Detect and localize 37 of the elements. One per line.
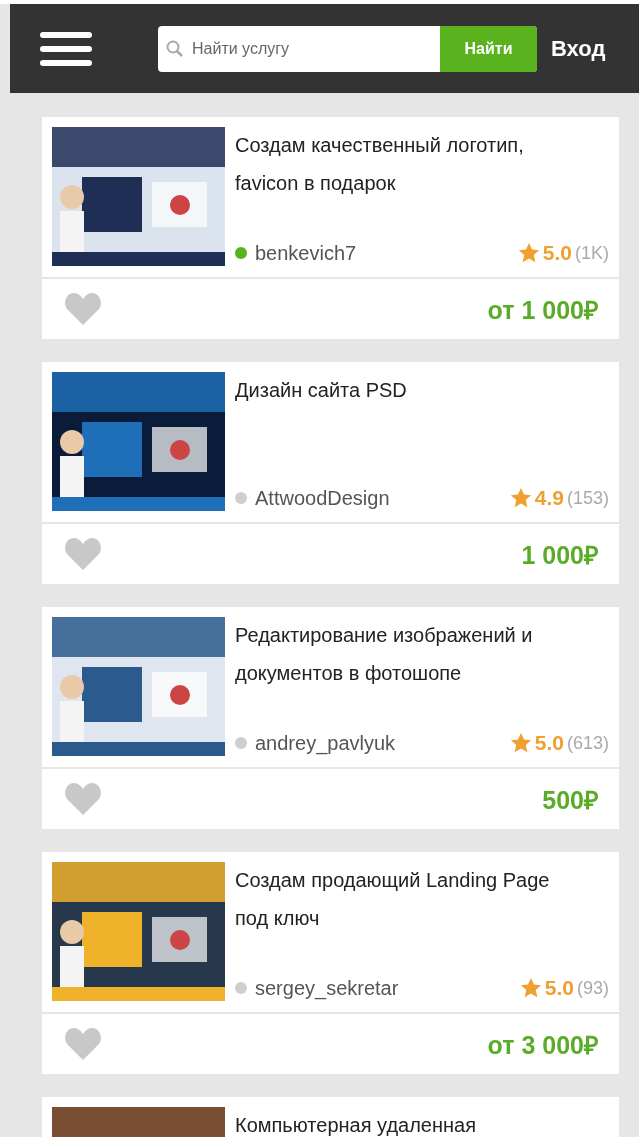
seller-name[interactable]: AttwoodDesign: [255, 486, 390, 510]
heart-icon[interactable]: [64, 292, 102, 326]
price: 1 000₽: [521, 540, 599, 571]
service-title[interactable]: Создам качественный логотип, favicon в подарок: [235, 126, 609, 202]
price: от 1 000₽: [487, 295, 599, 326]
heart-icon[interactable]: [64, 782, 102, 816]
service-title[interactable]: Создам продающий Landing Page под ключ: [235, 861, 609, 937]
heart-icon[interactable]: [64, 1027, 102, 1061]
price: 500₽: [542, 785, 599, 816]
service-card[interactable]: Создам качественный логотип, favicon в подарок benkevich7 5.0(1K) от 1 000₽: [42, 117, 619, 339]
star-icon: [509, 487, 532, 509]
star-icon: [517, 242, 540, 264]
rating-score: 4.9: [534, 486, 564, 510]
review-count: (93): [577, 977, 609, 999]
service-card[interactable]: Компьютерная удаленная: [42, 1097, 619, 1137]
review-count: (613): [566, 732, 609, 754]
seller-name[interactable]: andrey_pavlyuk: [255, 731, 396, 755]
seller-name[interactable]: benkevich7: [255, 241, 357, 265]
rating-score: 5.0: [544, 976, 574, 1000]
login-link[interactable]: Вход: [551, 35, 606, 62]
service-title[interactable]: Компьютерная удаленная: [235, 1106, 609, 1137]
rating-score: 5.0: [534, 731, 564, 755]
service-card[interactable]: Дизайн сайта PSD AttwoodDesign 4.9(153) 1 000₽: [42, 362, 619, 584]
star-icon: [509, 732, 532, 754]
service-title[interactable]: Редактирование изображений и документов в фотошопе: [235, 616, 609, 692]
price: от 3 000₽: [487, 1030, 599, 1061]
search-icon: [166, 39, 184, 58]
service-title[interactable]: Дизайн сайта PSD: [235, 371, 609, 409]
heart-icon[interactable]: [64, 537, 102, 571]
service-card[interactable]: Редактирование изображений и документов в фотошопе andrey_pavlyuk 5.0(613) 500₽: [42, 607, 619, 829]
rating-score: 5.0: [542, 241, 572, 265]
seller-name[interactable]: sergey_sekretar: [255, 976, 399, 1000]
review-count: (153): [566, 487, 609, 509]
menu-icon[interactable]: [40, 29, 92, 68]
review-count: (1K): [575, 242, 609, 264]
star-icon: [519, 977, 542, 999]
service-card[interactable]: Создам продающий Landing Page под ключ sergey_sekretar 5.0(93) от 3 000₽: [42, 852, 619, 1074]
